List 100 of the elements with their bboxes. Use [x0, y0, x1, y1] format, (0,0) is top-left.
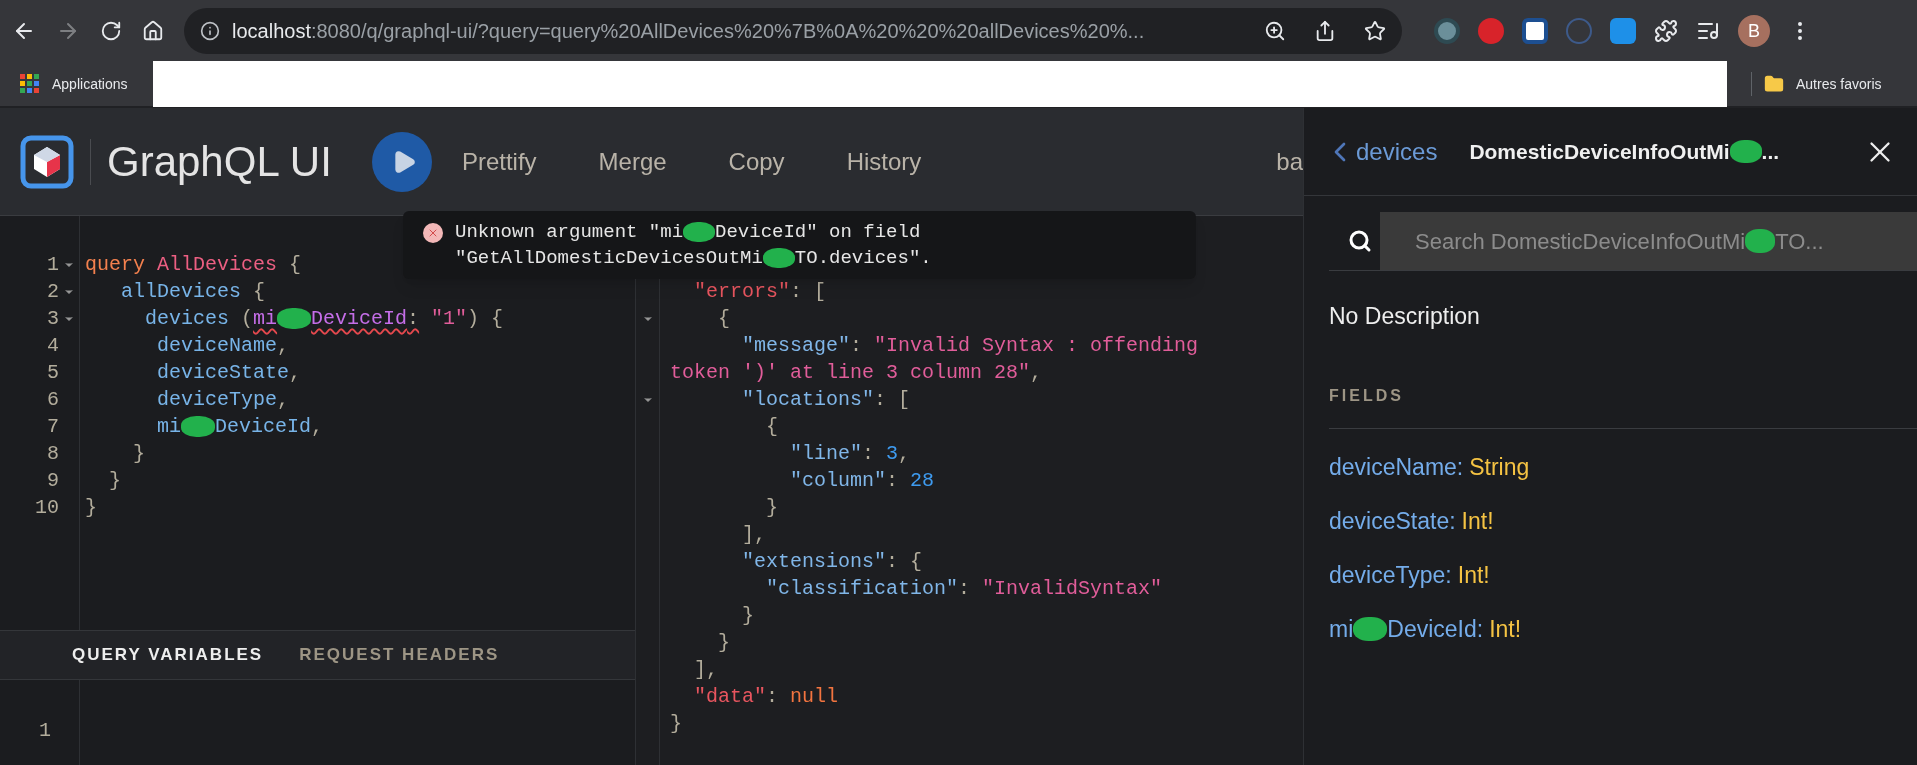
- code-token: :: [766, 684, 780, 710]
- code-token: token ')' at line 3 column 28": [670, 360, 1031, 386]
- panel-tab[interactable]: QUERY VARIABLES: [72, 642, 264, 668]
- bookmark-link[interactable]: Autres favoris: [1764, 73, 1882, 95]
- code-token: "data": [693, 684, 766, 710]
- field-type: Int!: [1461, 506, 1494, 536]
- code-token: devices: [144, 306, 231, 332]
- field-colon: :: [1456, 452, 1464, 482]
- redaction-mark: [181, 416, 215, 437]
- code-token: }: [670, 711, 682, 737]
- line-number: 1: [39, 719, 51, 742]
- doc-description: No Description: [1329, 302, 1481, 331]
- reload-icon[interactable]: [100, 20, 122, 42]
- search-field[interactable]: Search DomesticDeviceInfoOutMi TO...: [1380, 212, 1917, 270]
- line-number: 8: [47, 441, 59, 467]
- line-number: 7: [47, 414, 59, 440]
- code-token: ,: [289, 360, 302, 386]
- code-token: :: [407, 306, 420, 332]
- field-name: mi: [1329, 614, 1354, 644]
- toolbar-button[interactable]: Prettify: [453, 143, 545, 180]
- address-bar[interactable]: localhost:8080/q/graphql-ui/?query=query%20AllDevices%20%7B%0A%20%20%20allDevices%20%...: [184, 8, 1402, 54]
- folder-icon: [1764, 74, 1784, 94]
- share-icon[interactable]: [1314, 20, 1336, 42]
- field-name: deviceType: [1329, 560, 1446, 590]
- toolbar-button[interactable]: History: [838, 143, 930, 180]
- line-number: 4: [47, 333, 59, 359]
- code-token: {: [253, 279, 266, 305]
- code-token: "locations": [741, 387, 875, 413]
- code-token: "classification": [765, 576, 959, 602]
- extension-icon[interactable]: [1522, 18, 1548, 44]
- toolbar-button[interactable]: Copy: [720, 143, 793, 180]
- redaction-mark: [277, 308, 312, 329]
- field-type: Int!: [1489, 614, 1522, 644]
- code-token: "InvalidSyntax": [982, 576, 1163, 602]
- code-token: : {: [886, 549, 923, 575]
- code-token: {: [289, 252, 302, 278]
- code-token: ],: [741, 522, 766, 548]
- code-token: ) {: [467, 306, 504, 332]
- back-link[interactable]: devices: [1324, 133, 1438, 170]
- code-token: DeviceId: [215, 414, 312, 440]
- code-token: {: [717, 306, 730, 332]
- tooltip-text: Unknown argument "mi: [455, 220, 684, 245]
- profile-avatar[interactable]: B: [1738, 15, 1770, 47]
- line-number: 10: [35, 495, 59, 521]
- code-token: mi: [156, 414, 181, 440]
- code-token: "1": [430, 306, 468, 332]
- code-token: :: [886, 468, 900, 494]
- doc-title: DomesticDeviceInfoOutMi: [1469, 138, 1730, 165]
- field-colon: :: [1449, 506, 1456, 536]
- placeholder-text: Search DomesticDeviceInfoOutMi: [1415, 227, 1746, 256]
- info-icon: [200, 21, 220, 41]
- toolbar-button[interactable]: ba: [1276, 143, 1303, 180]
- field-type: String: [1469, 452, 1530, 482]
- url-text: localhost:8080/q/graphql-ui/?query=query%20AllDevices%20%7B%0A%20%20%20allDevices%20%...: [232, 19, 1146, 44]
- code-token: 3: [886, 441, 899, 467]
- bookmark-link[interactable]: Applications: [20, 73, 153, 95]
- code-token: query: [85, 252, 146, 278]
- redaction-mark: [1745, 229, 1776, 253]
- bookmark-star-icon[interactable]: [1364, 20, 1386, 42]
- code-token: ,: [1030, 360, 1043, 386]
- line-number: 1: [47, 252, 59, 278]
- code-token: deviceType: [156, 387, 278, 413]
- line-number: 6: [47, 387, 59, 413]
- panel-tab[interactable]: REQUEST HEADERS: [299, 642, 500, 668]
- code-token: allDevices: [120, 279, 243, 305]
- tooltip-text: TO.devices".: [794, 246, 932, 271]
- code-token: ,: [311, 414, 324, 440]
- code-token: }: [108, 468, 121, 494]
- line-number: 5: [47, 360, 59, 386]
- puzzle-icon[interactable]: [1654, 19, 1678, 43]
- code-token: :: [862, 441, 876, 467]
- field-name: deviceState: [1329, 506, 1450, 536]
- code-token: }: [85, 495, 97, 521]
- logo-icon: [20, 134, 74, 189]
- doc-title: ...: [1761, 138, 1780, 165]
- code-token: : [: [790, 279, 827, 305]
- tooltip-text: "GetAllDomesticDevicesOutMi: [455, 246, 763, 271]
- code-token: (: [241, 306, 254, 332]
- line-number: 9: [47, 468, 59, 494]
- code-token: }: [717, 630, 730, 656]
- placeholder-text: TO...: [1775, 227, 1824, 256]
- code-token: :: [850, 333, 864, 359]
- redaction-mark: [1729, 140, 1762, 163]
- code-token: ],: [693, 657, 718, 683]
- code-token: : [: [874, 387, 911, 413]
- redaction-mark: [1353, 616, 1388, 642]
- error-icon: [423, 223, 443, 243]
- code-token: "line": [789, 441, 863, 467]
- line-number: 3: [47, 306, 59, 332]
- field-name: DeviceId: [1387, 614, 1477, 644]
- field-colon: :: [1445, 560, 1452, 590]
- zoom-icon[interactable]: [1264, 20, 1286, 42]
- code-token: }: [741, 603, 754, 629]
- section-heading: FIELDS: [1329, 383, 1917, 429]
- apps-grid-icon: [20, 74, 40, 94]
- toolbar-button[interactable]: Merge: [590, 143, 675, 180]
- search-icon: [1348, 229, 1372, 253]
- home-icon[interactable]: [142, 20, 164, 42]
- code-token: deviceState: [156, 360, 290, 386]
- code-token: mi: [253, 306, 278, 332]
